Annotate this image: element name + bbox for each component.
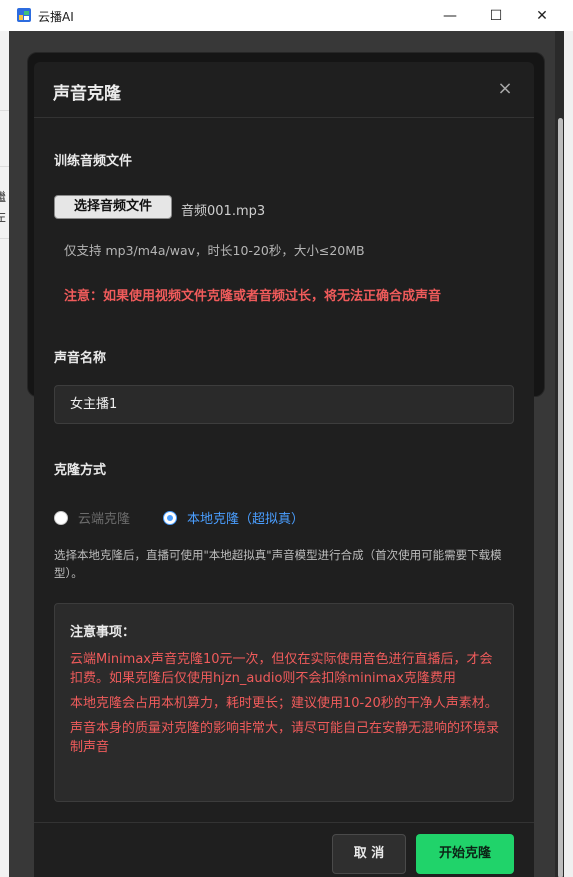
- cancel-button[interactable]: 取 消: [332, 834, 406, 874]
- choose-audio-file-button[interactable]: 选择音频文件: [54, 195, 172, 219]
- file-format-hint: 仅支持 mp3/m4a/wav，时长10-20秒，大小≤20MB: [64, 243, 365, 258]
- selected-file-name: 音频001.mp3: [181, 204, 266, 219]
- clone-method-description: 选择本地克隆后，直播可使用"本地超拟真"声音模型进行合成（首次使用可能需要下载模…: [54, 548, 502, 580]
- clone-method-label: 克隆方式: [54, 463, 107, 478]
- radio-unchecked-icon: [54, 510, 68, 525]
- close-icon: ✕: [536, 7, 548, 24]
- notice-item: 声音本身的质量对克隆的影响非常大，请尽可能自己在安静无混响的环境录制声音: [70, 721, 500, 755]
- audio-warning: 注意：如果使用视频文件克隆或者音频过长，将无法正确合成声音: [64, 289, 442, 304]
- window-title: 云播AI: [38, 10, 74, 24]
- background-left-strip: [0, 31, 9, 877]
- radio-local-clone[interactable]: 本地克隆（超拟真）: [163, 508, 304, 527]
- maximize-button[interactable]: ☐: [473, 0, 519, 31]
- app-logo-icon: [17, 8, 31, 22]
- title-bar: 云播AI — ☐ ✕: [0, 0, 573, 31]
- background-divider: [0, 110, 9, 111]
- dialog-close-icon[interactable]: ×: [496, 80, 514, 98]
- notice-item: 本地克隆会占用本机算力，耗时更长；建议使用10-20秒的干净人声素材。: [70, 696, 498, 711]
- notice-item: 云端Minimax声音克隆10元一次，但仅在实际使用音色进行直播后，才会扣费。如…: [70, 652, 493, 686]
- radio-label: 云端克隆: [78, 512, 131, 527]
- background-divider: [0, 166, 9, 167]
- dialog-header: 声音克隆 ×: [34, 62, 534, 118]
- maximize-icon: ☐: [489, 7, 503, 24]
- voice-name-label: 声音名称: [54, 351, 107, 366]
- radio-checked-icon: [163, 510, 177, 525]
- minimize-button[interactable]: —: [427, 0, 473, 31]
- dialog-footer: 取 消 开始克隆: [34, 822, 534, 877]
- minimize-icon: —: [443, 7, 457, 24]
- background-text: 繼: [0, 190, 7, 204]
- dialog-title: 声音克隆: [53, 84, 121, 104]
- radio-label: 本地克隆（超拟真）: [187, 512, 305, 527]
- notice-title: 注意事项：: [70, 625, 136, 640]
- scrollbar-thumb[interactable]: [558, 118, 563, 877]
- background-text: 左: [0, 210, 7, 224]
- window-close-button[interactable]: ✕: [519, 0, 565, 31]
- radio-cloud-clone[interactable]: 云端克隆: [54, 508, 130, 527]
- voice-name-input[interactable]: 女主播1: [54, 385, 514, 424]
- voice-clone-dialog: 声音克隆 × 训练音频文件 选择音频文件 音频001.mp3 仅支持 mp3/m…: [34, 62, 534, 877]
- start-clone-button[interactable]: 开始克隆: [416, 834, 514, 874]
- notice-box: 注意事项： 云端Minimax声音克隆10元一次，但仅在实际使用音色进行直播后，…: [54, 603, 514, 802]
- background-divider: [0, 238, 9, 239]
- training-audio-label: 训练音频文件: [54, 154, 133, 169]
